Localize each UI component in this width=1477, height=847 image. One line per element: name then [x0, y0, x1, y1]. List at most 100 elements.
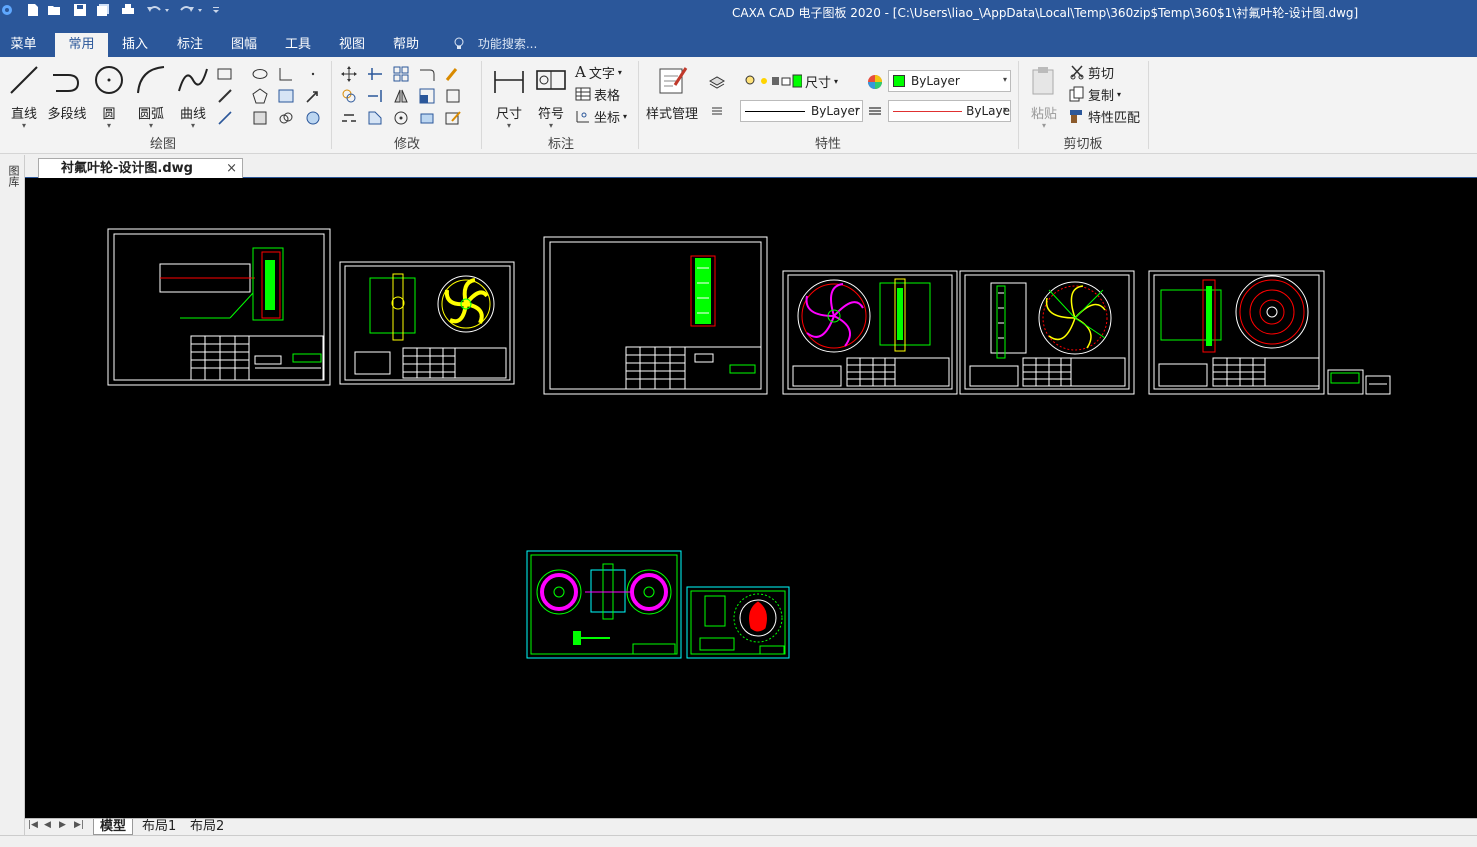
lineweight-icon[interactable] — [866, 102, 884, 120]
drawing-sheet[interactable] — [1148, 270, 1325, 395]
save-all-icon[interactable] — [95, 2, 111, 18]
tab-layout1[interactable]: 布局1 — [136, 819, 182, 835]
paste-button[interactable]: 粘贴 ▾ — [1026, 63, 1062, 130]
stretch-icon[interactable] — [444, 87, 462, 105]
circle-button[interactable]: 圆 ▾ — [91, 63, 127, 130]
drawing-sheet[interactable] — [339, 261, 515, 385]
offset-line-icon[interactable] — [216, 109, 234, 127]
extend-icon[interactable] — [366, 87, 384, 105]
draw-group-label: 绘图 — [149, 137, 176, 152]
document-tab-label: 衬氟叶轮-设计图.dwg — [61, 161, 193, 176]
prev-tab-icon[interactable]: ◀ — [44, 820, 51, 830]
dimension-button[interactable]: 尺寸 ▾ — [490, 63, 528, 130]
linetype-list-icon[interactable] — [708, 102, 726, 120]
mirror-icon[interactable] — [392, 87, 410, 105]
layout-tab-bar: |◀ ◀ ▶ ▶| 模型 布局1 布局2 — [25, 818, 1477, 835]
tab-view[interactable]: 视图 — [328, 33, 376, 57]
drawing-canvas[interactable] — [25, 178, 1477, 818]
save-icon[interactable] — [72, 2, 88, 18]
centerline-icon[interactable] — [216, 87, 234, 105]
drawing-sheet[interactable] — [543, 236, 768, 395]
tab-model[interactable]: 模型 — [93, 819, 134, 835]
coordinate-icon — [576, 111, 589, 123]
library-panel-tab[interactable]: 图库 — [5, 165, 20, 187]
status-bar — [0, 835, 1477, 847]
undo-icon[interactable] — [145, 2, 171, 18]
redo-icon[interactable] — [178, 2, 204, 18]
layer-icon[interactable] — [708, 73, 726, 91]
tab-help[interactable]: 帮助 — [382, 33, 430, 57]
chamfer-icon[interactable] — [366, 109, 384, 127]
last-tab-icon[interactable]: ▶| — [74, 820, 84, 830]
app-logo-icon[interactable] — [0, 2, 14, 18]
break-icon[interactable] — [340, 109, 358, 127]
explode-icon[interactable] — [418, 109, 436, 127]
move-icon[interactable] — [340, 65, 358, 83]
rotate-icon[interactable] — [392, 109, 410, 127]
coordinate-button[interactable]: 坐标 ▾ — [575, 106, 627, 126]
scissors-icon — [1070, 65, 1084, 80]
document-tab[interactable]: 衬氟叶轮-设计图.dwg × — [38, 158, 243, 178]
color-combo[interactable]: ByLayer ▾ — [888, 70, 1011, 92]
polyline-icon — [53, 74, 80, 92]
symbol-button[interactable]: 符号 ▾ — [533, 63, 569, 130]
drawing-sheet[interactable] — [959, 270, 1135, 395]
tab-insert[interactable]: 插入 — [111, 33, 159, 57]
region-icon[interactable] — [304, 109, 322, 127]
array-icon[interactable] — [392, 65, 410, 83]
color-wheel-icon[interactable] — [866, 73, 884, 91]
arc-button[interactable]: 圆弧 ▾ — [132, 63, 170, 130]
cloud-icon[interactable] — [277, 109, 295, 127]
tab-sheet[interactable]: 图幅 — [220, 33, 268, 57]
close-icon[interactable]: × — [226, 159, 237, 178]
polyline-button[interactable]: 多段线 — [45, 63, 89, 122]
trim-icon[interactable] — [366, 65, 384, 83]
first-tab-icon[interactable]: |◀ — [28, 820, 38, 830]
ellipse-icon[interactable] — [251, 65, 269, 83]
table-button[interactable]: 表格 — [575, 84, 620, 104]
tab-tools[interactable]: 工具 — [274, 33, 322, 57]
hatch-icon[interactable] — [277, 87, 295, 105]
layer-state-group[interactable]: 尺寸 ▾ — [744, 71, 838, 91]
document-tab-bar: 衬氟叶轮-设计图.dwg × — [25, 155, 1477, 178]
cut-button[interactable]: 剪切 — [1069, 62, 1114, 82]
linetype-sample — [745, 110, 805, 112]
text-button[interactable]: A 文字 ▾ — [575, 62, 622, 82]
tab-home[interactable]: 常用 — [55, 33, 108, 57]
scale-icon[interactable] — [418, 87, 436, 105]
fillet-icon[interactable] — [418, 65, 436, 83]
tab-menu[interactable]: 菜单 — [0, 33, 47, 57]
print-icon[interactable] — [120, 2, 136, 18]
arrow-icon[interactable] — [304, 87, 322, 105]
drawing-sheet[interactable] — [1327, 369, 1391, 395]
corner-icon[interactable] — [277, 65, 295, 83]
brush-icon[interactable] — [444, 65, 462, 83]
tab-layout2[interactable]: 布局2 — [184, 819, 230, 835]
drawing-sheet[interactable] — [526, 550, 682, 659]
linetype-combo[interactable]: ByLayer ▾ — [740, 100, 863, 122]
drawing-sheet[interactable] — [107, 228, 331, 386]
text-icon: A — [575, 63, 586, 81]
next-tab-icon[interactable]: ▶ — [59, 820, 66, 830]
customize-icon[interactable] — [211, 2, 221, 18]
open-file-icon[interactable] — [46, 2, 64, 18]
tab-annotate[interactable]: 标注 — [166, 33, 214, 57]
line-button[interactable]: 直线 ▾ — [6, 63, 42, 130]
rectangle-icon[interactable] — [216, 65, 234, 83]
new-file-icon[interactable] — [25, 2, 41, 18]
curve-button[interactable]: 曲线 ▾ — [174, 63, 212, 130]
block-icon[interactable] — [251, 109, 269, 127]
match-properties-button[interactable]: 特性匹配 — [1069, 106, 1140, 126]
point-icon[interactable] — [304, 65, 322, 83]
drawing-sheet[interactable] — [686, 586, 790, 659]
copy-object-icon[interactable] — [340, 87, 358, 105]
polygon-icon[interactable] — [251, 87, 269, 105]
style-manager-button[interactable]: 样式管理 — [644, 63, 700, 122]
arc-icon — [137, 66, 165, 94]
drawing-sheet[interactable] — [782, 270, 958, 395]
lineweight-combo[interactable]: ByLaye ▾ — [888, 100, 1011, 122]
copy-button[interactable]: 复制 ▾ — [1069, 84, 1121, 104]
feature-search[interactable]: 功能搜索... — [452, 35, 537, 52]
edit-icon[interactable] — [444, 109, 462, 127]
window-title: CAXA CAD 电子图板 2020 - [C:\Users\liao_\App… — [732, 6, 1359, 20]
